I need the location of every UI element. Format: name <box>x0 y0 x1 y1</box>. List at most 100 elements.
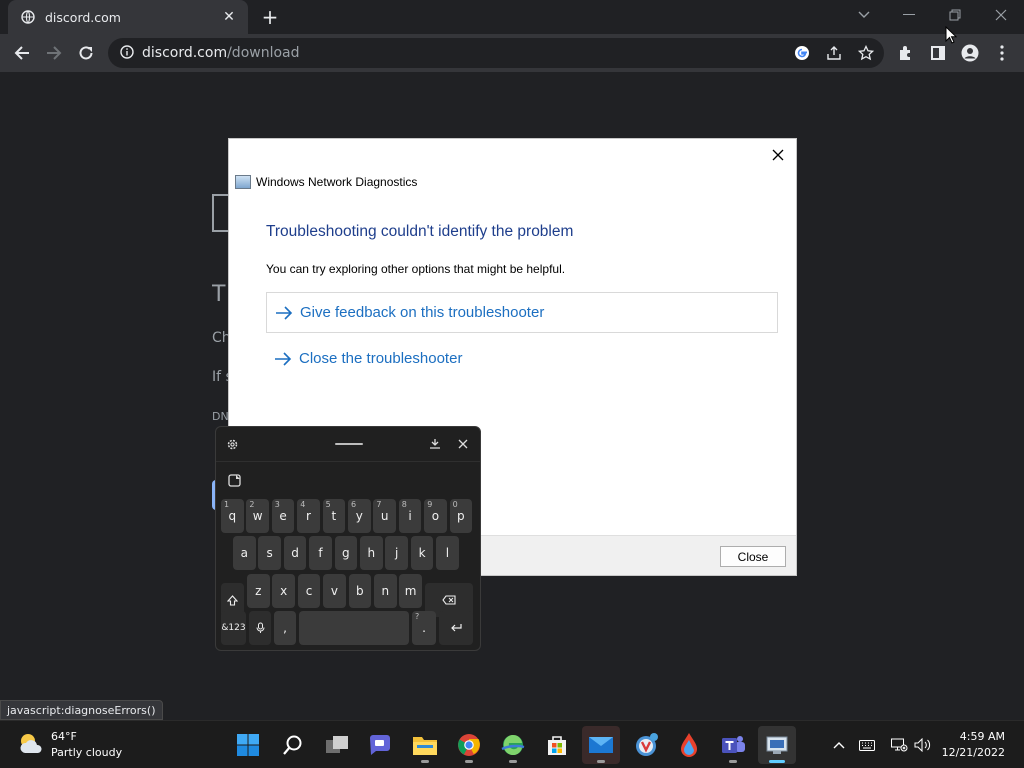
key-b[interactable]: b <box>348 574 372 608</box>
back-button[interactable] <box>7 38 37 68</box>
messenger-app-button[interactable] <box>627 726 665 764</box>
key-o[interactable]: 9o <box>424 499 447 533</box>
key-letter-label: o <box>431 509 440 523</box>
key-s[interactable]: s <box>258 536 281 570</box>
key-x[interactable]: x <box>272 574 295 608</box>
option-label: Give feedback on this troubleshooter <box>300 304 545 321</box>
volume-icon[interactable] <box>913 735 933 755</box>
key-l[interactable]: l <box>436 536 459 570</box>
key-e[interactable]: 3e <box>271 499 295 533</box>
key-g[interactable]: g <box>334 536 358 570</box>
key-j[interactable]: j <box>385 536 408 570</box>
enter-key[interactable] <box>439 611 473 645</box>
store-icon <box>548 736 566 755</box>
key-u[interactable]: 7u <box>373 499 396 533</box>
key-letter-label: p <box>457 509 465 523</box>
globe-icon <box>20 9 36 25</box>
weather-icon[interactable] <box>16 729 46 759</box>
google-lens-icon[interactable] <box>791 42 813 64</box>
tab-search-icon[interactable] <box>842 0 886 30</box>
symbols-key[interactable]: &123 <box>221 611 246 645</box>
running-indicator <box>597 760 605 763</box>
dock-keyboard-icon[interactable] <box>426 435 444 453</box>
forward-button[interactable] <box>39 38 69 68</box>
more-menu-icon[interactable] <box>987 38 1017 68</box>
browser-tab-strip: discord.com ✕ + <box>0 0 1024 34</box>
key-n[interactable]: n <box>374 574 397 608</box>
key-a[interactable]: a <box>233 536 256 570</box>
key-w[interactable]: 2w <box>246 499 269 533</box>
keyboard-divider <box>216 461 480 462</box>
page-heading: T <box>212 282 226 307</box>
key-m[interactable]: m <box>399 574 422 608</box>
key-letter-label: y <box>355 509 363 523</box>
period-alt-label: ? <box>415 612 420 621</box>
network-diagnostics-taskbar-button[interactable] <box>758 726 796 764</box>
browser-tab[interactable]: discord.com ✕ <box>8 0 248 34</box>
edge-button[interactable] <box>494 726 532 764</box>
clipboard-sticker-icon[interactable] <box>225 471 243 489</box>
url-host: discord.com <box>142 45 228 61</box>
key-i[interactable]: 8i <box>398 499 422 533</box>
minimize-button[interactable] <box>887 0 931 30</box>
address-bar[interactable]: discord.com/download <box>108 38 884 68</box>
key-f[interactable]: f <box>309 536 332 570</box>
network-diagnostics-icon <box>235 175 251 189</box>
task-view-button[interactable] <box>318 726 356 764</box>
tab-close-icon[interactable]: ✕ <box>220 8 238 26</box>
share-icon[interactable] <box>823 42 845 64</box>
running-indicator <box>509 760 517 763</box>
paint-app-button[interactable] <box>670 726 708 764</box>
key-c[interactable]: c <box>297 574 321 608</box>
start-button[interactable] <box>229 726 267 764</box>
keyboard-close-icon[interactable] <box>454 435 472 453</box>
taskbar-clock-time[interactable]: 4:59 AM <box>960 730 1005 743</box>
touch-keyboard-icon[interactable] <box>857 735 877 755</box>
settings-gear-icon[interactable] <box>223 435 241 453</box>
teams-chat-button[interactable] <box>361 726 399 764</box>
close-troubleshooter-option[interactable]: Close the troubleshooter <box>266 338 778 379</box>
key-h[interactable]: h <box>360 536 383 570</box>
profile-icon[interactable] <box>955 38 985 68</box>
dialog-close-icon[interactable] <box>766 143 790 167</box>
period-key[interactable]: ? . <box>412 611 436 645</box>
extensions-icon[interactable] <box>891 38 921 68</box>
paint-drop-icon <box>681 733 697 757</box>
url-path: /download <box>227 45 300 61</box>
comma-key[interactable]: , <box>274 611 296 645</box>
weather-description[interactable]: Partly cloudy <box>51 746 122 759</box>
window-close-button[interactable] <box>979 0 1023 30</box>
key-letter-label: w <box>252 509 263 523</box>
key-z[interactable]: z <box>247 574 270 608</box>
key-p[interactable]: 0p <box>449 499 473 533</box>
mail-button[interactable] <box>582 726 620 764</box>
give-feedback-option[interactable]: Give feedback on this troubleshooter <box>266 292 778 333</box>
keyboard-drag-handle[interactable] <box>335 443 363 445</box>
key-r[interactable]: 4r <box>297 499 320 533</box>
close-button[interactable]: Close <box>720 546 786 567</box>
search-icon <box>283 735 302 755</box>
site-info-icon[interactable] <box>120 44 134 63</box>
key-y[interactable]: 6y <box>348 499 371 533</box>
search-button[interactable] <box>274 726 312 764</box>
key-letter-label: q <box>228 509 237 523</box>
key-v[interactable]: v <box>323 574 346 608</box>
file-explorer-button[interactable] <box>406 726 444 764</box>
key-q[interactable]: 1q <box>221 499 244 533</box>
period-label: . <box>422 621 426 635</box>
bookmark-star-icon[interactable] <box>855 42 877 64</box>
taskbar-clock-date[interactable]: 12/21/2022 <box>942 746 1005 759</box>
show-hidden-icons[interactable] <box>829 735 849 755</box>
network-status-icon[interactable] <box>889 735 909 755</box>
microsoft-store-button[interactable] <box>538 726 576 764</box>
new-tab-button[interactable]: + <box>258 5 282 29</box>
reload-button[interactable] <box>71 38 101 68</box>
key-k[interactable]: k <box>410 536 434 570</box>
teams-button[interactable] <box>714 726 752 764</box>
key-t[interactable]: 5t <box>322 499 346 533</box>
microphone-key[interactable] <box>249 611 271 645</box>
weather-temperature[interactable]: 64°F <box>51 730 77 743</box>
chrome-button[interactable] <box>450 726 488 764</box>
space-key[interactable] <box>299 611 409 645</box>
key-d[interactable]: d <box>283 536 307 570</box>
